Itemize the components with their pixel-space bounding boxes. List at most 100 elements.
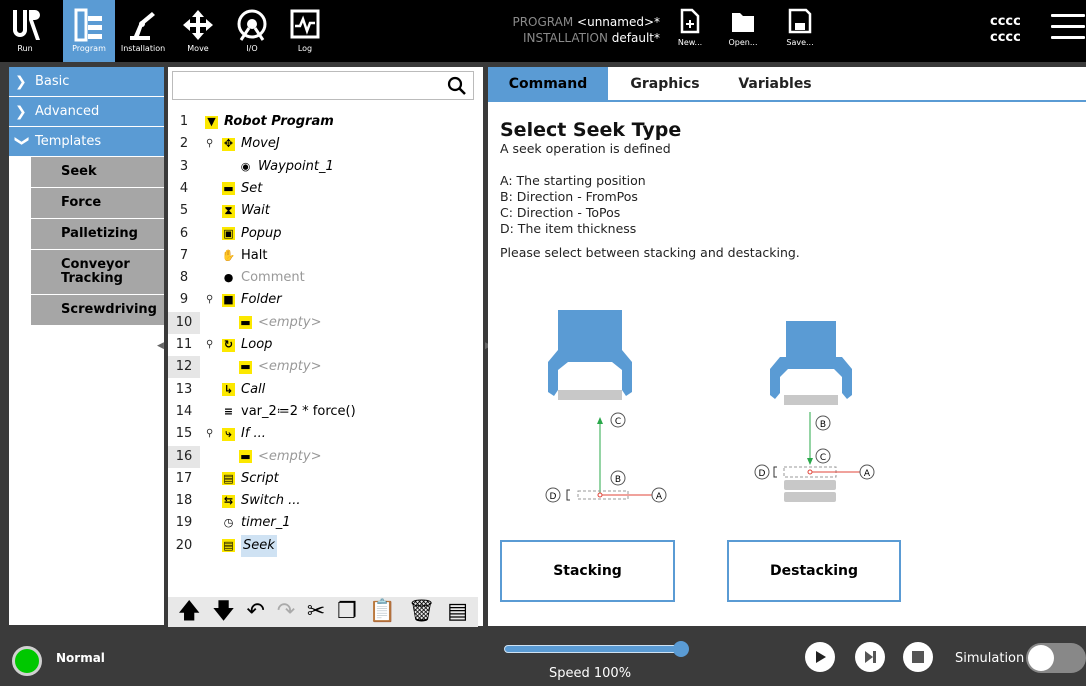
template-seek[interactable]: Seek (31, 157, 164, 188)
suppress-icon[interactable]: ▤ (447, 599, 468, 625)
copy-icon[interactable]: ❐ (337, 599, 357, 625)
tree-node[interactable]: ▬ <empty> (239, 312, 322, 334)
simulation-toggle-knob[interactable] (1028, 645, 1054, 671)
tree-row[interactable]: 13 ↳ Call (168, 379, 478, 401)
search-icon[interactable] (447, 76, 467, 96)
tree-node-label: <empty> (258, 448, 322, 464)
tree-node[interactable]: ⧗ Wait (222, 200, 270, 222)
tree-node[interactable]: ≡ var_2≔2 * force() (222, 401, 356, 423)
tree-node[interactable]: ▬ <empty> (239, 446, 322, 468)
step-button[interactable] (855, 642, 885, 672)
undo-icon[interactable]: ↶ (247, 599, 265, 625)
new-button-label: New... (677, 38, 703, 47)
redo-icon[interactable]: ↷ (277, 599, 295, 625)
play-button[interactable] (805, 642, 835, 672)
nav-io[interactable]: I/O (230, 0, 274, 62)
tree-row[interactable]: 11 ⚲ ↻ Loop (168, 334, 478, 356)
tab-variables[interactable]: Variables (722, 67, 828, 101)
tree-node[interactable]: ▬ <empty> (239, 356, 322, 378)
destacking-label: Destacking (770, 563, 858, 579)
halt-hand-icon: ✋ (221, 248, 236, 262)
tree-node[interactable]: ▤ Seek (222, 534, 277, 557)
tree-node[interactable]: ◉ Waypoint_1 (239, 156, 334, 178)
tree-row[interactable]: 2 ⚲ ✥ MoveJ (168, 133, 478, 155)
open-button[interactable]: Open... (723, 8, 763, 47)
tree-row[interactable]: 5 ⧗ Wait (168, 200, 478, 222)
collapse-pin-icon[interactable]: ⚲ (206, 289, 213, 311)
nav-installation-label: Installation (120, 44, 166, 53)
tree-row[interactable]: 1 ▼ Robot Program (168, 111, 478, 133)
tree-node[interactable]: ◷ timer_1 (222, 512, 291, 534)
move-up-icon[interactable]: 🡅 (178, 599, 201, 625)
tree-row[interactable]: 17 ▤ Script (168, 468, 478, 490)
tree-node-label: Popup (241, 225, 282, 241)
nav-move[interactable]: Move (177, 0, 219, 62)
paste-icon[interactable]: 📋 (368, 599, 395, 625)
robot-status-indicator[interactable] (12, 646, 42, 676)
category-templates[interactable]: ❯ Templates (9, 127, 164, 157)
line-number: 2 (179, 136, 189, 152)
nav-program[interactable]: Program (63, 0, 115, 62)
collapse-pin-icon[interactable]: ⚲ (206, 423, 213, 445)
tree-row[interactable]: 10 ▬ <empty> (168, 311, 478, 334)
move-down-icon[interactable]: 🡇 (212, 599, 235, 625)
tree-row[interactable]: 3 ◉ Waypoint_1 (168, 156, 478, 178)
tree-row[interactable]: 14 ≡ var_2≔2 * force() (168, 401, 478, 423)
chevron-down-icon: ❯ (14, 134, 30, 147)
tab-graphics[interactable]: Graphics (612, 67, 718, 101)
nav-run[interactable]: Run (0, 0, 50, 62)
tree-row[interactable]: 20 ▤ Seek (168, 534, 478, 557)
tree-row[interactable]: 19 ◷ timer_1 (168, 512, 478, 534)
cut-icon[interactable]: ✂ (307, 599, 325, 625)
tree-node-label: Call (241, 381, 266, 397)
tree-node[interactable]: ▬ Set (222, 178, 262, 200)
tree-row[interactable]: 12 ▬ <empty> (168, 356, 478, 379)
label-d: D (550, 492, 557, 502)
nav-log[interactable]: Log (284, 0, 326, 62)
category-basic[interactable]: ❯ Basic (9, 67, 164, 97)
stop-button[interactable] (903, 642, 933, 672)
template-screwdriving[interactable]: Screwdriving (31, 295, 164, 326)
category-advanced[interactable]: ❯ Advanced (9, 97, 164, 127)
destacking-button[interactable]: Destacking (727, 540, 901, 602)
tree-row[interactable]: 15 ⚲ ⤷ If ... (168, 423, 478, 445)
hamburger-menu-icon[interactable] (1051, 14, 1085, 44)
tree-node[interactable]: ▤ Script (222, 468, 279, 490)
tree-row[interactable]: 18 ⇆ Switch ... (168, 490, 478, 512)
tree-row[interactable]: 9 ⚲ ■ Folder (168, 289, 478, 311)
template-conveyor-tracking[interactable]: Conveyor Tracking (31, 250, 164, 295)
collapse-pin-icon[interactable]: ⚲ (206, 133, 213, 155)
tree-row[interactable]: 7 ✋ Halt (168, 245, 478, 267)
line-number: 12 (168, 356, 200, 379)
tree-node[interactable]: ↻ Loop (222, 334, 272, 356)
installation-key: INSTALLATION (522, 31, 608, 45)
tree-node[interactable]: ⤷ If ... (222, 423, 266, 445)
tree-node[interactable]: ⇆ Switch ... (222, 490, 301, 512)
collapse-left-arrow-icon[interactable]: ◀ (157, 341, 164, 351)
user-info[interactable]: cccc cccc (990, 14, 1021, 46)
tree-node[interactable]: ✥ MoveJ (222, 133, 280, 155)
tree-row[interactable]: 6 ▣ Popup (168, 223, 478, 245)
new-button[interactable]: New... (670, 8, 710, 47)
tree-node[interactable]: ✋ Halt (221, 245, 268, 267)
tree-node[interactable]: ↳ Call (222, 379, 265, 401)
search-input[interactable] (172, 71, 474, 100)
tab-command[interactable]: Command (488, 67, 608, 101)
save-button[interactable]: Save... (780, 8, 820, 47)
tree-node[interactable]: ▼ Robot Program (205, 111, 334, 133)
tree-node[interactable]: ● Comment (222, 267, 305, 289)
nav-installation[interactable]: Installation (117, 0, 169, 62)
template-palletizing[interactable]: Palletizing (31, 219, 164, 250)
delete-icon[interactable]: 🗑 (408, 599, 436, 625)
tree-row[interactable]: 8 ● Comment (168, 267, 478, 289)
template-force[interactable]: Force (31, 188, 164, 219)
stacking-button[interactable]: Stacking (500, 540, 675, 602)
tree-node[interactable]: ▣ Popup (222, 223, 282, 245)
tree-node-label: <empty> (258, 359, 322, 375)
tree-row[interactable]: 16 ▬ <empty> (168, 445, 478, 468)
speed-slider[interactable] (504, 645, 684, 653)
speed-slider-handle[interactable] (673, 641, 689, 657)
collapse-pin-icon[interactable]: ⚲ (206, 334, 213, 356)
tree-row[interactable]: 4 ▬ Set (168, 178, 478, 200)
tree-node[interactable]: ■ Folder (222, 289, 282, 311)
